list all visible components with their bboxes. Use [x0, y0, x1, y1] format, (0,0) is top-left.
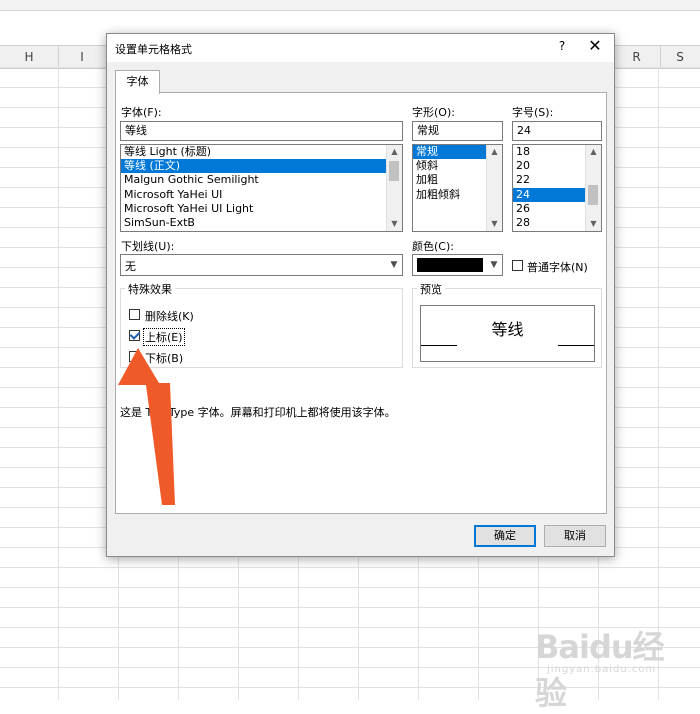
underline-select[interactable]: 无 ▼ — [120, 254, 403, 276]
preview-baseline-right — [558, 345, 594, 346]
scroll-thumb[interactable] — [389, 161, 399, 181]
ok-button[interactable]: 确定 — [474, 525, 536, 547]
color-select[interactable]: ▼ — [412, 254, 503, 276]
font-info-text: 这是 TrueType 字体。屏幕和打印机上都将使用该字体。 — [120, 406, 396, 419]
dialog-title: 设置单元格格式 — [115, 43, 192, 56]
preview-group-title: 预览 — [417, 281, 445, 297]
scroll-down-icon[interactable]: ▼ — [487, 217, 502, 231]
strikethrough-label: 删除线(K) — [145, 310, 194, 323]
underline-value: 无 — [125, 260, 136, 273]
font-style-input[interactable]: 常规 — [412, 121, 503, 141]
effects-group-title: 特殊效果 — [125, 281, 175, 297]
scroll-up-icon[interactable]: ▲ — [487, 145, 502, 159]
superscript-checkbox[interactable] — [129, 330, 140, 341]
dialog-titlebar[interactable]: 设置单元格格式 ? ✕ — [107, 34, 614, 62]
preview-text: 等线 — [491, 320, 524, 339]
font-list-item[interactable]: SimSun-ExtB — [121, 216, 402, 230]
font-list-item[interactable]: Microsoft YaHei UI — [121, 188, 402, 202]
size-list-scrollbar[interactable]: ▲ ▼ — [585, 145, 601, 231]
font-size-list[interactable]: 18 20 22 24 26 28 ▲ ▼ — [512, 144, 602, 232]
scroll-down-icon[interactable]: ▼ — [586, 217, 601, 231]
chevron-down-icon[interactable]: ▼ — [386, 255, 402, 275]
baidu-watermark-logo: Baidu经验 jingyan.baidu.com — [535, 622, 685, 712]
style-list-scrollbar[interactable]: ▲ ▼ — [486, 145, 502, 231]
normal-font-label: 普通字体(N) — [527, 261, 588, 274]
font-list-item[interactable]: Malgun Gothic Semilight — [121, 173, 402, 187]
preview-box: 等线 — [420, 305, 595, 362]
help-button[interactable]: ? — [554, 39, 570, 53]
subscript-checkbox[interactable] — [129, 351, 140, 362]
column-header-h[interactable]: H — [0, 46, 59, 68]
scroll-up-icon[interactable]: ▲ — [586, 145, 601, 159]
effects-group: 特殊效果 删除线(K) 上标(E) 下标(B) — [120, 281, 403, 368]
font-tab-panel: 字体(F): 等线 等线 Light (标题) 等线 (正文) Malgun Got… — [115, 92, 607, 514]
font-list-item[interactable]: 等线 (正文) — [121, 159, 402, 174]
normal-font-checkbox[interactable] — [512, 260, 523, 271]
preview-group: 预览 等线 — [412, 281, 602, 368]
scroll-up-icon[interactable]: ▲ — [387, 145, 402, 159]
scroll-down-icon[interactable]: ▼ — [387, 217, 402, 231]
scroll-thumb[interactable] — [588, 185, 598, 205]
font-style-list[interactable]: 常规 倾斜 加粗 加粗倾斜 ▲ ▼ — [412, 144, 503, 232]
cancel-button[interactable]: 取消 — [544, 525, 606, 547]
column-header-i[interactable]: I — [58, 46, 107, 68]
watermark-url: jingyan.baidu.com — [547, 664, 657, 675]
color-swatch — [417, 258, 483, 272]
font-list[interactable]: 等线 Light (标题) 等线 (正文) Malgun Gothic Semili… — [120, 144, 403, 232]
font-list-scrollbar[interactable]: ▲ ▼ — [386, 145, 402, 231]
superscript-label: 上标(E) — [143, 328, 185, 346]
font-label: 字体(F): — [121, 106, 162, 119]
font-size-label: 字号(S): — [512, 106, 554, 119]
font-list-item[interactable]: Microsoft YaHei UI Light — [121, 202, 402, 216]
format-cells-dialog: 设置单元格格式 ? ✕ 字体 字体(F): 等线 等线 Light (标题) 等线… — [106, 33, 615, 557]
column-header-r[interactable]: R — [613, 46, 661, 68]
font-size-input[interactable]: 24 — [512, 121, 602, 141]
column-header-s[interactable]: S — [660, 46, 700, 68]
close-button[interactable]: ✕ — [585, 36, 605, 55]
ribbon-strip — [0, 0, 700, 11]
tab-font[interactable]: 字体 — [115, 70, 160, 94]
subscript-label: 下标(B) — [145, 352, 184, 365]
chevron-down-icon[interactable]: ▼ — [486, 255, 502, 275]
font-style-label: 字形(O): — [412, 106, 455, 119]
strikethrough-checkbox[interactable] — [129, 309, 140, 320]
color-label: 颜色(C): — [412, 240, 454, 253]
underline-label: 下划线(U): — [121, 240, 175, 253]
preview-baseline-left — [421, 345, 457, 346]
font-list-item[interactable]: 等线 Light (标题) — [121, 145, 402, 159]
font-name-input[interactable]: 等线 — [120, 121, 403, 141]
